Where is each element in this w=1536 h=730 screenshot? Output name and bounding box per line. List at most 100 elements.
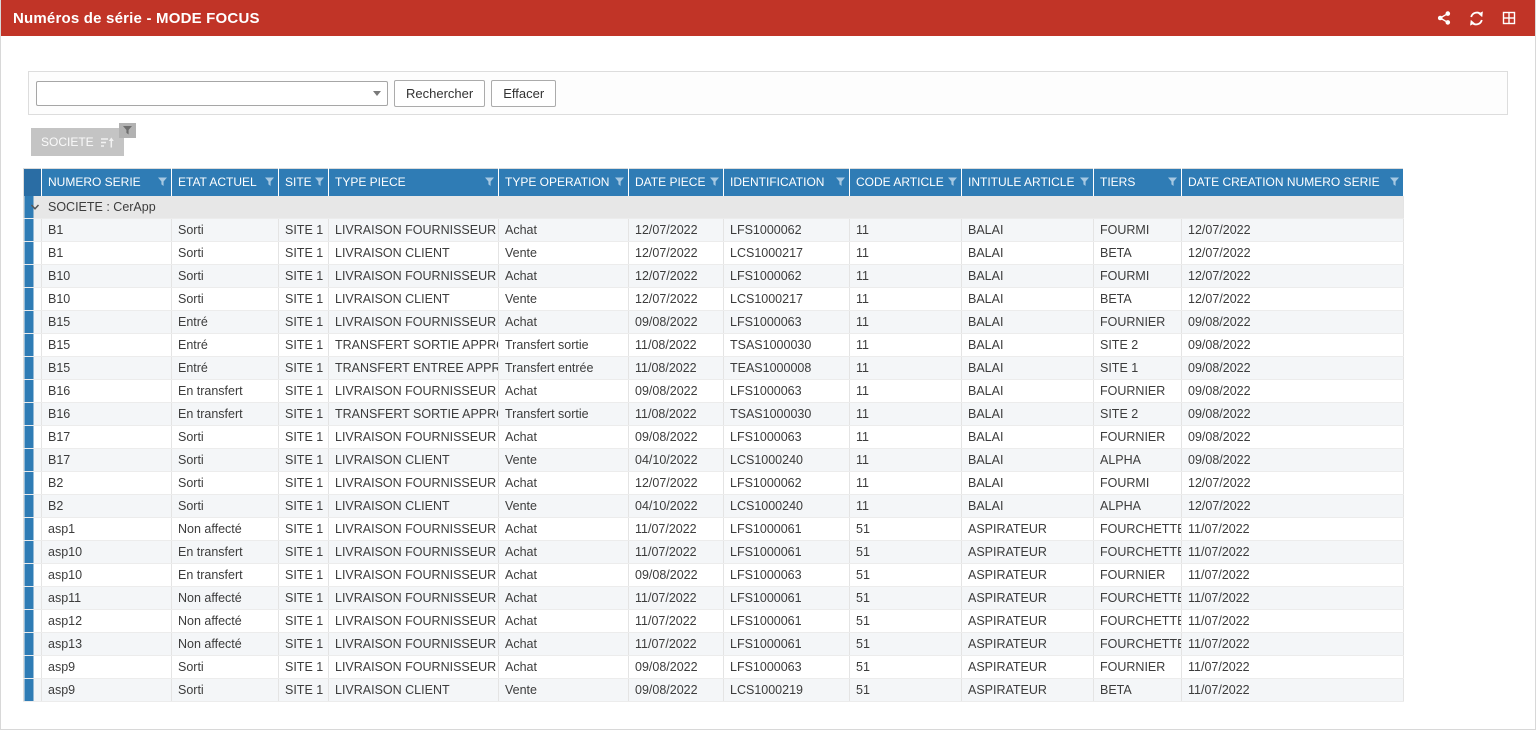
column-header-numero-serie[interactable]: NUMERO SERIE — [42, 169, 172, 196]
row-indicator[interactable] — [24, 288, 42, 311]
table-row[interactable]: B1SortiSITE 1LIVRAISON CLIENTVente12/07/… — [24, 242, 1404, 265]
row-indicator[interactable] — [24, 633, 42, 656]
cell: Non affecté — [172, 633, 279, 656]
grid-container: NUMERO SERIEETAT ACTUELSITETYPE PIECETYP… — [23, 168, 1535, 702]
row-indicator[interactable] — [24, 380, 42, 403]
cell: FOURNIER — [1094, 426, 1182, 449]
filter-icon[interactable] — [265, 178, 274, 187]
column-header-date-creation-numero-serie[interactable]: DATE CREATION NUMERO SERIE — [1182, 169, 1404, 196]
table-row[interactable]: B10SortiSITE 1LIVRAISON CLIENTVente12/07… — [24, 288, 1404, 311]
combo-dropdown-icon[interactable] — [367, 82, 387, 105]
cell: B1 — [42, 242, 172, 265]
table-row[interactable]: asp9SortiSITE 1LIVRAISON CLIENTVente09/0… — [24, 679, 1404, 702]
column-header-date-piece[interactable]: DATE PIECE — [629, 169, 724, 196]
cell: FOURMI — [1094, 265, 1182, 288]
group-row[interactable]: SOCIETE : CerApp — [24, 196, 1404, 219]
table-row[interactable]: B16En transfertSITE 1LIVRAISON FOURNISSE… — [24, 380, 1404, 403]
cell: 09/08/2022 — [1182, 403, 1404, 426]
table-row[interactable]: B15EntréSITE 1TRANSFERT SORTIE APPROTran… — [24, 334, 1404, 357]
table-row[interactable]: asp1Non affectéSITE 1LIVRAISON FOURNISSE… — [24, 518, 1404, 541]
table-row[interactable]: B2SortiSITE 1LIVRAISON CLIENTVente04/10/… — [24, 495, 1404, 518]
cell: ASPIRATEUR — [962, 541, 1094, 564]
column-header-type-operation[interactable]: TYPE OPERATION — [499, 169, 629, 196]
cell: B17 — [42, 449, 172, 472]
chip-filter-icon[interactable] — [119, 123, 136, 138]
share-icon[interactable] — [1436, 10, 1452, 26]
filter-icon[interactable] — [485, 178, 494, 187]
table-row[interactable]: asp13Non affectéSITE 1LIVRAISON FOURNISS… — [24, 633, 1404, 656]
table-row[interactable]: B16En transfertSITE 1TRANSFERT SORTIE AP… — [24, 403, 1404, 426]
table-row[interactable]: B15EntréSITE 1LIVRAISON FOURNISSEURAchat… — [24, 311, 1404, 334]
clear-button[interactable]: Effacer — [491, 80, 556, 107]
column-header-intitule-article[interactable]: INTITULE ARTICLE — [962, 169, 1094, 196]
filter-icon[interactable] — [315, 178, 324, 187]
row-indicator[interactable] — [24, 334, 42, 357]
cell: BALAI — [962, 449, 1094, 472]
cell: LFS1000063 — [724, 564, 850, 587]
column-header-tiers[interactable]: TIERS — [1094, 169, 1182, 196]
filter-icon[interactable] — [836, 178, 845, 187]
cell: LFS1000061 — [724, 610, 850, 633]
table-row[interactable]: asp11Non affectéSITE 1LIVRAISON FOURNISS… — [24, 587, 1404, 610]
cell: Achat — [499, 610, 629, 633]
search-combobox[interactable] — [36, 81, 388, 106]
column-header-identification[interactable]: IDENTIFICATION — [724, 169, 850, 196]
table-row[interactable]: asp12Non affectéSITE 1LIVRAISON FOURNISS… — [24, 610, 1404, 633]
row-indicator[interactable] — [24, 449, 42, 472]
table-row[interactable]: B2SortiSITE 1LIVRAISON FOURNISSEURAchat1… — [24, 472, 1404, 495]
search-input[interactable] — [37, 82, 367, 105]
row-indicator[interactable] — [24, 587, 42, 610]
table-row[interactable]: asp9SortiSITE 1LIVRAISON FOURNISSEURAcha… — [24, 656, 1404, 679]
column-header-site[interactable]: SITE — [279, 169, 329, 196]
row-indicator[interactable] — [24, 242, 42, 265]
row-indicator[interactable] — [24, 541, 42, 564]
cell: Achat — [499, 564, 629, 587]
table-row[interactable]: B15EntréSITE 1TRANSFERT ENTREE APPROTran… — [24, 357, 1404, 380]
cell: 11 — [850, 311, 962, 334]
filter-icon[interactable] — [158, 178, 167, 187]
table-row[interactable]: B17SortiSITE 1LIVRAISON FOURNISSEURAchat… — [24, 426, 1404, 449]
row-indicator[interactable] — [24, 403, 42, 426]
table-row[interactable]: asp10En transfertSITE 1LIVRAISON FOURNIS… — [24, 564, 1404, 587]
cell: 11/07/2022 — [1182, 518, 1404, 541]
column-header-code-article[interactable]: CODE ARTICLE — [850, 169, 962, 196]
table-row[interactable]: B10SortiSITE 1LIVRAISON FOURNISSEURAchat… — [24, 265, 1404, 288]
search-button[interactable]: Rechercher — [394, 80, 485, 107]
column-header-etat-actuel[interactable]: ETAT ACTUEL — [172, 169, 279, 196]
cell: 04/10/2022 — [629, 495, 724, 518]
cell: Sorti — [172, 242, 279, 265]
row-indicator[interactable] — [24, 564, 42, 587]
filter-icon[interactable] — [710, 178, 719, 187]
row-indicator[interactable] — [24, 495, 42, 518]
refresh-icon[interactable] — [1468, 10, 1485, 27]
row-indicator[interactable] — [24, 610, 42, 633]
filter-icon[interactable] — [615, 178, 624, 187]
column-header-type-piece[interactable]: TYPE PIECE — [329, 169, 499, 196]
row-indicator[interactable] — [24, 426, 42, 449]
filter-icon[interactable] — [1080, 178, 1089, 187]
row-indicator[interactable] — [24, 679, 42, 702]
row-indicator[interactable] — [24, 357, 42, 380]
row-indicator[interactable] — [24, 311, 42, 334]
group-chip-societe[interactable]: SOCIETE — [31, 128, 124, 156]
table-row[interactable]: B1SortiSITE 1LIVRAISON FOURNISSEURAchat1… — [24, 219, 1404, 242]
filter-icon[interactable] — [1390, 178, 1399, 187]
filter-icon[interactable] — [948, 178, 957, 187]
cell: TRANSFERT SORTIE APPRO — [329, 334, 499, 357]
row-indicator[interactable] — [24, 265, 42, 288]
collapse-group-icon[interactable] — [30, 202, 40, 212]
cell: 09/08/2022 — [629, 426, 724, 449]
row-indicator[interactable] — [24, 656, 42, 679]
cell: Achat — [499, 587, 629, 610]
row-indicator[interactable] — [24, 472, 42, 495]
table-row[interactable]: B17SortiSITE 1LIVRAISON CLIENTVente04/10… — [24, 449, 1404, 472]
table-row[interactable]: asp10En transfertSITE 1LIVRAISON FOURNIS… — [24, 541, 1404, 564]
cell: LIVRAISON FOURNISSEUR — [329, 564, 499, 587]
cell: Vente — [499, 679, 629, 702]
cell: ASPIRATEUR — [962, 587, 1094, 610]
filter-icon[interactable] — [1168, 178, 1177, 187]
grid-icon[interactable] — [1501, 10, 1517, 26]
serial-numbers-grid: NUMERO SERIEETAT ACTUELSITETYPE PIECETYP… — [23, 168, 1404, 702]
row-indicator[interactable] — [24, 219, 42, 242]
row-indicator[interactable] — [24, 518, 42, 541]
